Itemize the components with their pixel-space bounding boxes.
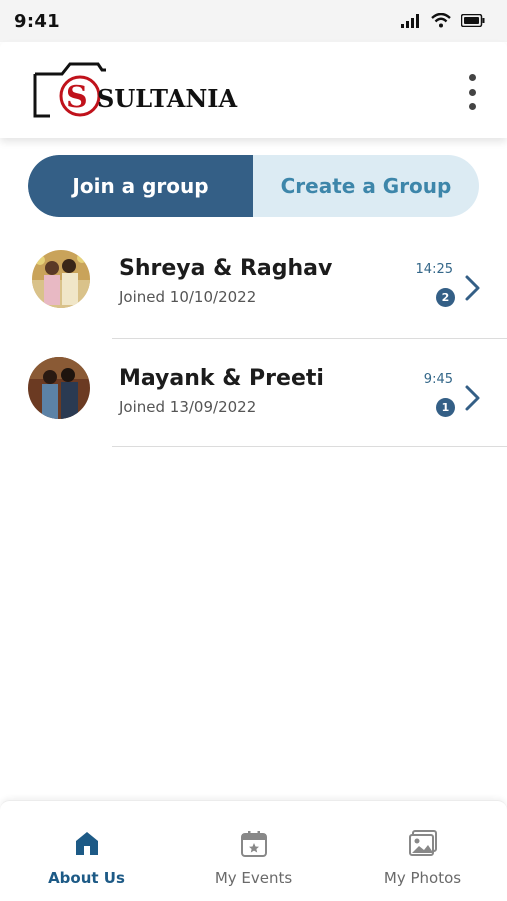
group-name: Mayank & Preeti	[119, 366, 324, 391]
nav-my-events[interactable]: My Events	[169, 801, 338, 901]
chevron-right-icon[interactable]	[464, 274, 482, 302]
joined-date: Joined 13/09/2022	[119, 398, 257, 416]
nav-label: My Photos	[383, 869, 462, 887]
brand-name: SULTANIA	[97, 84, 238, 113]
battery-icon	[461, 14, 485, 27]
joined-date: Joined 10/10/2022	[119, 288, 257, 306]
nav-about-us[interactable]: About Us	[2, 801, 171, 901]
wifi-icon	[431, 13, 451, 28]
status-bar: 9:41	[0, 0, 507, 42]
join-group-tab[interactable]: Join a group	[28, 155, 253, 217]
create-group-tab[interactable]: Create a Group	[253, 155, 479, 217]
avatar	[32, 250, 90, 308]
last-activity-time: 14:25	[415, 262, 453, 277]
bottom-nav: About Us My Events My Photos	[0, 800, 507, 901]
app-header: S SULTANIA	[0, 42, 507, 138]
more-options-icon[interactable]	[464, 74, 480, 110]
unread-badge: 2	[436, 288, 455, 307]
signal-icon	[401, 13, 419, 28]
group-row[interactable]: Mayank & Preeti Joined 13/09/2022 9:45 1	[0, 340, 507, 448]
group-name: Shreya & Raghav	[119, 256, 333, 281]
nav-label: About Us	[48, 869, 125, 887]
logo-letter: S	[66, 80, 88, 115]
avatar	[28, 357, 90, 419]
group-segment-control: Join a group Create a Group	[28, 155, 479, 217]
group-row[interactable]: Shreya & Raghav Joined 10/10/2022 14:25 …	[0, 230, 507, 338]
nav-my-photos[interactable]: My Photos	[338, 801, 507, 901]
divider	[112, 446, 507, 447]
status-time: 9:41	[14, 11, 60, 32]
status-icons	[401, 13, 485, 28]
home-icon	[75, 832, 98, 855]
chevron-right-icon[interactable]	[464, 384, 482, 412]
calendar-icon	[240, 831, 267, 857]
unread-badge: 1	[436, 398, 455, 417]
nav-label: My Events	[214, 869, 293, 887]
divider	[112, 338, 507, 339]
last-activity-time: 9:45	[423, 372, 453, 387]
photos-icon	[408, 830, 437, 856]
